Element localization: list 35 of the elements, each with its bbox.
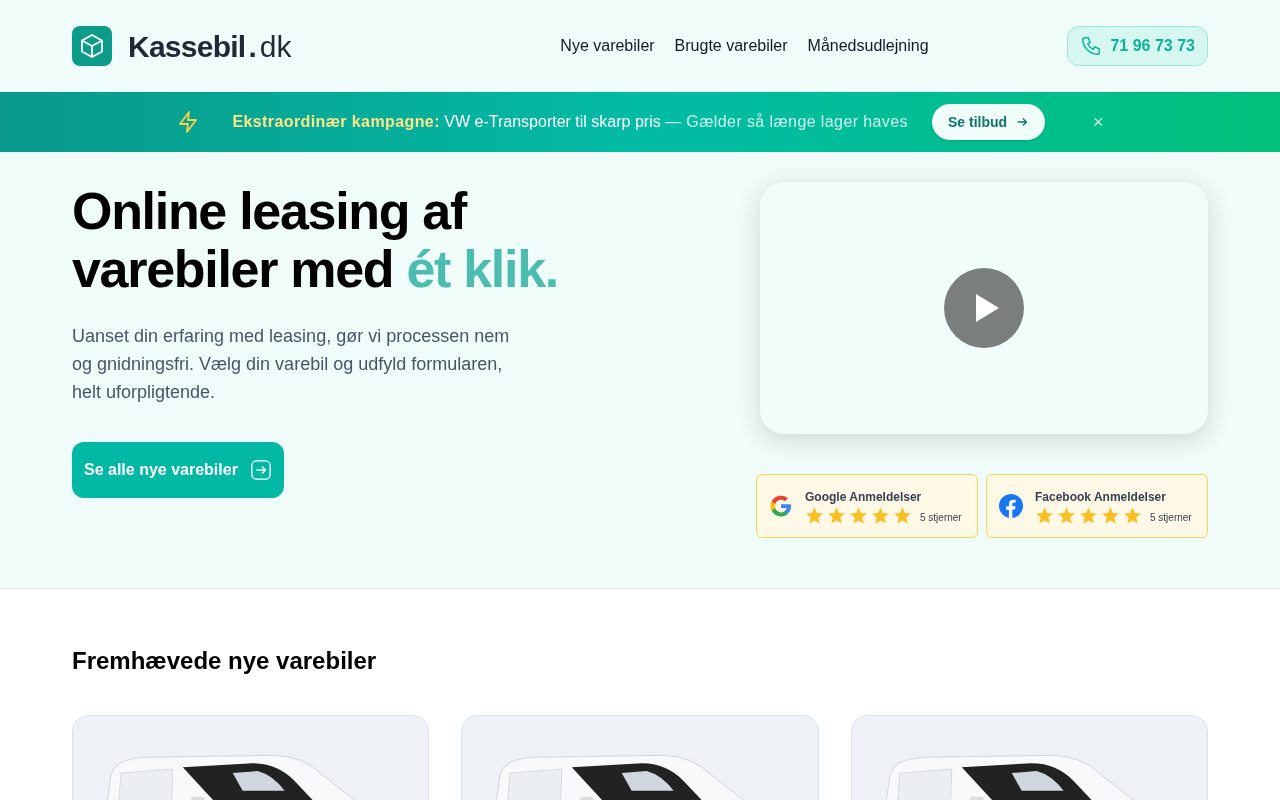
- google-logo-icon: [769, 494, 793, 518]
- logo-suffix[interactable]: dk: [259, 23, 292, 69]
- promo-text: Ekstraordinær kampagne: VW e-Transporter til skarp pris — Gælder så længe lager haves: [232, 112, 908, 132]
- arrow-right-icon: [1015, 115, 1030, 129]
- nav-link[interactable]: Brugte varebiler: [674, 34, 788, 58]
- star-icon: [1079, 505, 1098, 525]
- review-title: Facebook Anmeldelser: [1035, 488, 1167, 506]
- review-title: Google Anmeldelser: [805, 488, 923, 506]
- phone-icon: [1080, 35, 1103, 57]
- nav-link[interactable]: Nye varebiler: [560, 34, 655, 58]
- rating-caption: 5 stjerner: [920, 510, 962, 525]
- star-icon: [849, 505, 868, 525]
- review-card[interactable]: Facebook Anmeldelser 5 stjerner: [986, 474, 1208, 538]
- hero-headline: Online leasing af varebiler med ét klik.: [72, 182, 559, 298]
- star-icon: [1123, 505, 1142, 525]
- video-player[interactable]: [760, 182, 1208, 434]
- review-card[interactable]: Google Anmeldelser 5 stjerner: [756, 474, 978, 538]
- cube-logo-icon[interactable]: [72, 26, 112, 66]
- star-icon: [871, 505, 890, 525]
- facebook-logo-icon: [999, 494, 1023, 518]
- arrow-right-icon: [249, 459, 272, 481]
- logo-name[interactable]: Kassebil: [128, 23, 246, 69]
- play-icon[interactable]: [944, 268, 1024, 348]
- star-icon: [893, 505, 912, 525]
- section-title: Fremhævede nye varebiler: [72, 646, 378, 676]
- rating-caption: 5 stjerner: [1150, 510, 1192, 525]
- logo-dot: .: [248, 28, 257, 65]
- star-icon: [805, 505, 824, 525]
- nav-link[interactable]: Månedsudlejning: [807, 34, 929, 58]
- star-icon: [1057, 505, 1076, 525]
- hero-description: Uanset din erfaring med leasing, gør vi processen nem og gnidningsfri. Vælg din varebil og udfyld formularen, helt uforpligtende.: [72, 325, 511, 404]
- star-icon: [827, 505, 846, 525]
- star-icon: [1035, 505, 1054, 525]
- star-icon: [1101, 505, 1120, 525]
- offer-button[interactable]: Se tilbud: [931, 104, 1046, 140]
